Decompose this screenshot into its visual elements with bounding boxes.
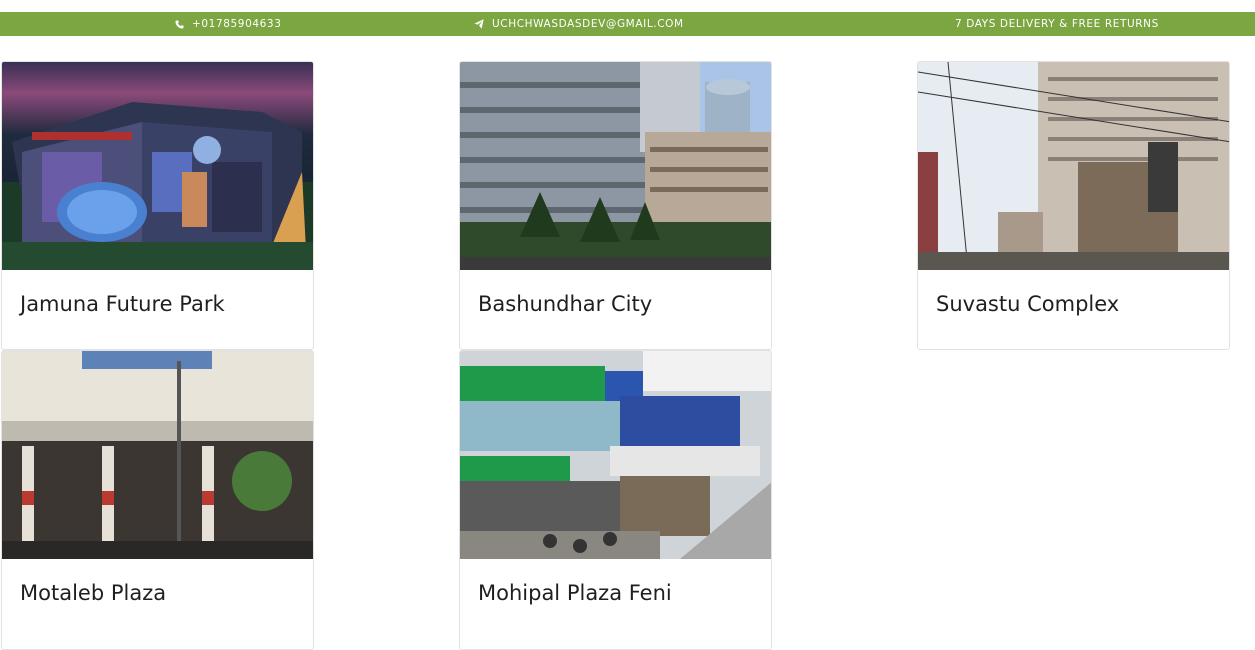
store-card[interactable]: Mohipal Plaza Feni — [459, 350, 772, 650]
store-photo[interactable] — [2, 62, 313, 270]
paper-plane-icon — [474, 19, 484, 29]
store-name[interactable]: Motaleb Plaza — [20, 581, 166, 605]
phone-icon — [175, 19, 184, 29]
delivery-notice: 7 DAYS DELIVERY & FREE RETURNS — [955, 12, 1159, 36]
store-card[interactable]: Motaleb Plaza — [1, 350, 314, 650]
delivery-text: 7 DAYS DELIVERY & FREE RETURNS — [955, 18, 1159, 30]
email-contact[interactable]: UCHCHWASDASDEV@GMAIL.COM — [474, 12, 684, 36]
store-card[interactable]: Bashundhar City — [459, 61, 772, 350]
email-address: UCHCHWASDASDEV@GMAIL.COM — [492, 18, 684, 30]
top-info-bar: +01785904633 UCHCHWASDASDEV@GMAIL.COM 7 … — [0, 12, 1255, 36]
store-card[interactable]: Jamuna Future Park — [1, 61, 314, 350]
store-name[interactable]: Mohipal Plaza Feni — [478, 581, 672, 605]
store-photo[interactable] — [460, 62, 771, 270]
store-photo[interactable] — [918, 62, 1229, 270]
phone-number: +01785904633 — [192, 18, 282, 30]
store-card[interactable]: Suvastu Complex — [917, 61, 1230, 350]
store-photo[interactable] — [2, 351, 313, 559]
store-name[interactable]: Bashundhar City — [478, 292, 652, 316]
store-name[interactable]: Suvastu Complex — [936, 292, 1119, 316]
phone-contact[interactable]: +01785904633 — [175, 12, 281, 36]
store-name[interactable]: Jamuna Future Park — [20, 292, 225, 316]
store-photo[interactable] — [460, 351, 771, 559]
